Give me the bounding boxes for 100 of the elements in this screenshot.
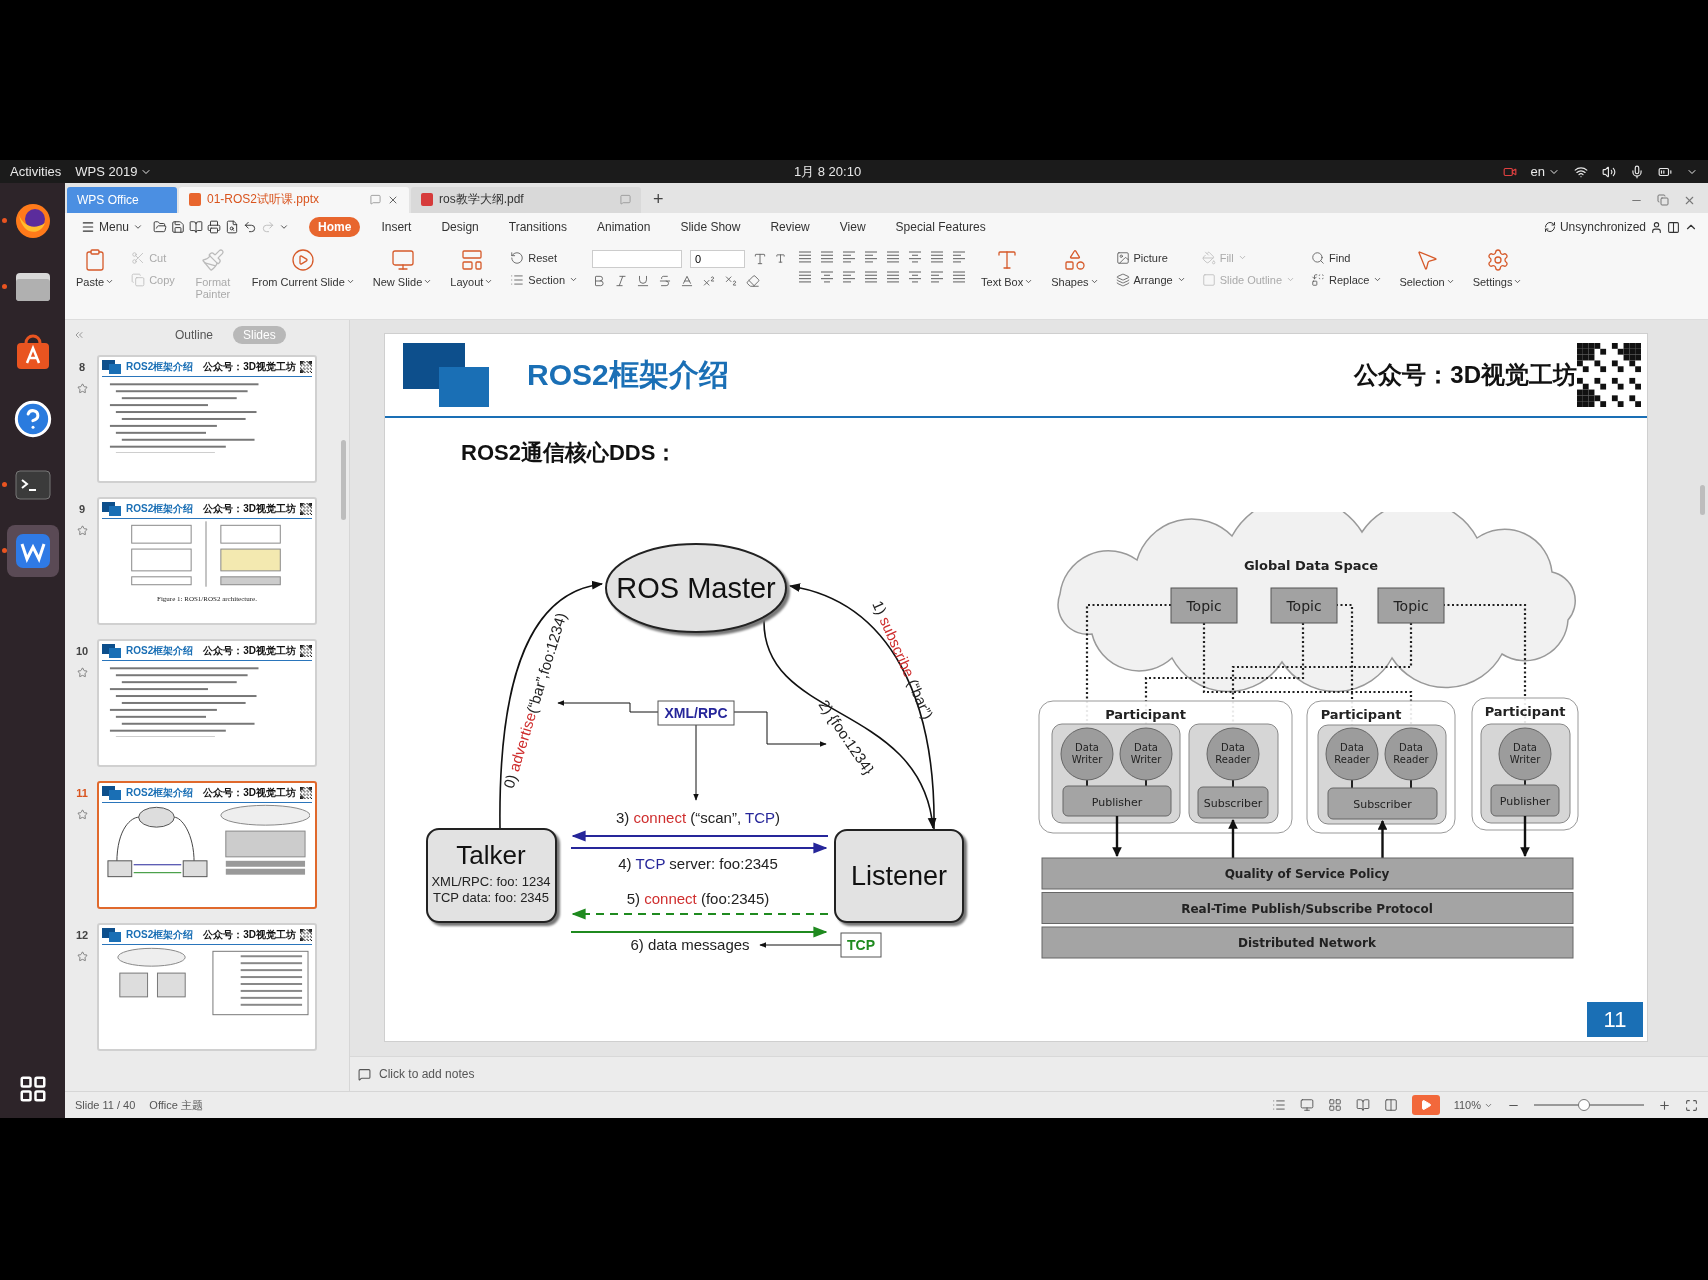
paragraph-icon[interactable]	[952, 269, 966, 284]
ribbon-button[interactable]: New Slide	[369, 245, 436, 290]
paragraph-icon[interactable]	[886, 269, 900, 284]
wifi-icon[interactable]	[1574, 164, 1588, 179]
ribbon-button[interactable]: Arrange	[1113, 271, 1188, 288]
zoom-level[interactable]: 110%	[1453, 1099, 1493, 1112]
shrink-font-icon[interactable]	[775, 253, 786, 265]
print-icon[interactable]	[207, 220, 222, 235]
subscript-icon[interactable]	[724, 273, 738, 288]
paragraph-icon[interactable]	[820, 249, 834, 264]
sorter-view-icon[interactable]	[1327, 1098, 1342, 1113]
sync-status[interactable]: Unsynchronized	[1559, 220, 1646, 235]
paragraph-icon[interactable]	[798, 269, 812, 284]
ribbon-button[interactable]: Text Box	[978, 245, 1037, 290]
strikethrough-icon[interactable]	[658, 273, 672, 288]
font-color-icon[interactable]	[680, 273, 694, 288]
ribbon-button[interactable]: Replace	[1309, 271, 1385, 288]
document-tab[interactable]: ros教学大纲.pdf	[411, 186, 641, 213]
language-menu[interactable]: en	[1530, 164, 1560, 179]
ribbon-button[interactable]: Settings	[1469, 245, 1526, 290]
grow-font-icon[interactable]	[753, 251, 767, 266]
ribbon-tab[interactable]: Review	[761, 217, 819, 238]
star-icon[interactable]	[76, 809, 88, 821]
open-icon[interactable]	[153, 220, 168, 235]
app-menu[interactable]: WPS 2019	[75, 164, 153, 179]
document-tab[interactable]: 01-ROS2试听课.pptx	[179, 186, 409, 213]
ribbon-button[interactable]: Layout	[447, 245, 497, 290]
share-icon[interactable]	[1650, 220, 1663, 234]
slide-thumbnail[interactable]: ROS2框架介绍 公众号：3D视觉工坊	[97, 781, 317, 910]
menu-button[interactable]: Menu	[75, 220, 150, 235]
ribbon-button[interactable]: Selection	[1396, 245, 1458, 290]
clock[interactable]: 1月 8 20:10	[793, 162, 862, 181]
star-icon[interactable]	[76, 667, 88, 679]
paragraph-icon[interactable]	[886, 249, 900, 264]
notes-placeholder[interactable]: Click to add notes	[379, 1067, 475, 1082]
paragraph-icon[interactable]	[930, 249, 944, 264]
scrollbar[interactable]	[1700, 485, 1705, 516]
split-view-icon[interactable]	[1383, 1098, 1398, 1113]
restore-icon[interactable]	[1657, 193, 1669, 206]
paragraph-icon[interactable]	[864, 269, 878, 284]
notes-icon	[358, 1067, 371, 1081]
ribbon-tab[interactable]: Insert	[372, 217, 421, 238]
paragraph-icon[interactable]	[864, 249, 878, 264]
paragraph-icon[interactable]	[930, 269, 944, 284]
slideshow-button[interactable]	[1411, 1095, 1440, 1116]
ribbon-button[interactable]: Find	[1309, 249, 1385, 266]
paragraph-icon[interactable]	[908, 269, 922, 284]
ribbon-button[interactable]: Shapes	[1048, 245, 1102, 290]
underline-icon[interactable]	[636, 273, 650, 288]
book-icon[interactable]	[189, 220, 204, 235]
scrollbar[interactable]	[341, 440, 346, 521]
ribbon-button[interactable]: Section	[508, 271, 580, 288]
slider-thumb[interactable]	[1577, 1099, 1590, 1112]
ribbon-button[interactable]: Reset	[508, 249, 580, 266]
help-icon[interactable]	[12, 399, 53, 439]
slide-thumbnail[interactable]: ROS2框架介绍 公众号：3D视觉工坊	[97, 355, 317, 484]
paragraph-icon[interactable]	[952, 249, 966, 264]
new-tab-button[interactable]: +	[643, 186, 674, 213]
ribbon-button[interactable]: Picture	[1113, 249, 1188, 266]
paragraph-icon[interactable]	[820, 269, 834, 284]
save-icon[interactable]	[171, 220, 186, 235]
star-icon[interactable]	[76, 951, 88, 963]
slide-thumbnail[interactable]: ROS2框架介绍 公众号：3D视觉工坊	[97, 923, 317, 1052]
eraser-icon[interactable]	[746, 273, 760, 288]
font-name-field[interactable]	[592, 249, 682, 268]
outline-tab[interactable]: Outline	[165, 326, 224, 345]
paragraph-icon[interactable]	[798, 249, 812, 264]
paragraph-icon[interactable]	[842, 249, 856, 264]
paragraph-icon[interactable]	[842, 269, 856, 284]
notes-toggle-icon[interactable]	[1271, 1098, 1286, 1113]
activities-button[interactable]: Activities	[10, 164, 62, 179]
ribbon-tab[interactable]: Design	[432, 217, 488, 238]
ribbon-tab[interactable]: Animation	[588, 217, 660, 238]
print-preview-icon[interactable]	[225, 220, 240, 235]
zoom-in-icon[interactable]	[1658, 1098, 1671, 1112]
ribbon-tab[interactable]: Transitions	[499, 217, 576, 238]
volume-icon[interactable]	[1602, 164, 1616, 179]
thumbnail-title: ROS2框架介绍	[126, 644, 194, 659]
bold-icon[interactable]	[592, 273, 606, 288]
slide-thumbnail[interactable]: ROS2框架介绍 公众号：3D视觉工坊	[97, 639, 317, 768]
layout-icon[interactable]	[1667, 220, 1680, 234]
play-icon	[1419, 1099, 1432, 1112]
ribbon-icon	[291, 247, 316, 272]
ribbon-tab[interactable]: View	[830, 217, 875, 238]
star-icon[interactable]	[76, 383, 88, 395]
ribbon-button[interactable]: Paste	[73, 245, 118, 290]
sync-icon[interactable]	[1543, 221, 1556, 234]
microphone-icon[interactable]	[1630, 164, 1644, 179]
superscript-icon[interactable]	[702, 273, 716, 288]
star-icon[interactable]	[76, 525, 88, 537]
ribbon-tab[interactable]: Special Features	[886, 217, 995, 238]
ribbon-tab[interactable]: Slide Show	[671, 217, 750, 238]
ribbon-button[interactable]: From Current Slide	[248, 245, 358, 290]
reading-view-icon[interactable]	[1355, 1098, 1370, 1113]
italic-icon[interactable]	[614, 273, 628, 288]
fit-window-icon[interactable]	[1685, 1098, 1698, 1112]
undo-icon[interactable]	[243, 220, 258, 235]
paragraph-icon[interactable]	[908, 249, 922, 264]
normal-view-icon[interactable]	[1299, 1098, 1314, 1113]
font-size-field[interactable]: 0	[690, 249, 745, 268]
